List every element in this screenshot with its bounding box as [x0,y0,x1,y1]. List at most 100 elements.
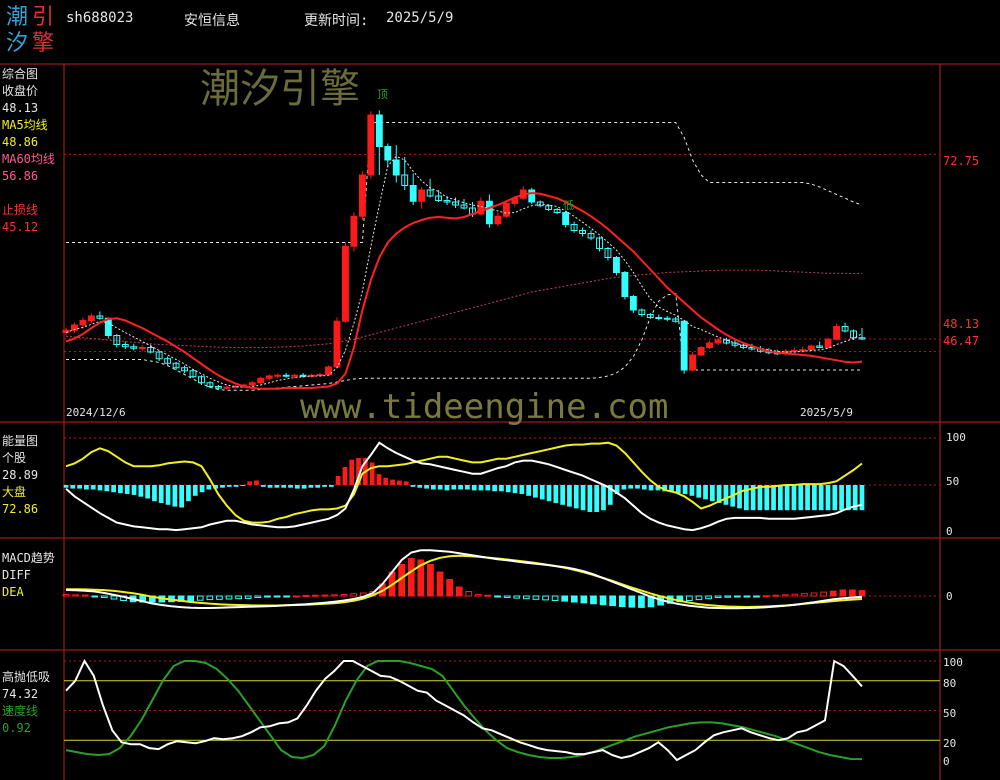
macd-bar [609,595,616,607]
macd-bar [801,593,808,597]
candle-body [384,146,392,161]
macd-bar [714,595,722,598]
energy-bar [90,485,96,490]
candle-body [409,185,417,202]
macd-panel [62,549,940,610]
macd-bar [618,595,626,607]
macd-bar [503,595,511,598]
macd-bar [350,593,358,597]
energy-axis-0: 0 [946,525,953,538]
energy-bar [689,485,695,496]
energy-bar [709,485,715,502]
energy-bar [383,477,389,485]
energy-bar [131,485,137,495]
macd-bar [264,595,271,598]
energy-bar [601,485,606,511]
macd-bar [196,595,204,601]
candle-body [807,345,815,351]
energy-bar [152,485,157,502]
candle-body [367,114,375,176]
macd-bar [302,595,310,598]
top-marker: 顶 [377,88,388,101]
energy-bar [179,485,185,508]
macd-bar [753,595,760,598]
macd-bar [743,595,751,598]
macd-bar [762,595,770,598]
stock-energy-line [65,441,863,532]
energy-bar [533,485,538,498]
energy-bar [165,485,171,505]
macd-bar [628,595,636,608]
energy-axis-100: 100 [946,431,966,444]
macd-bar [686,595,693,601]
energy-bar [764,485,770,511]
candle-body [342,245,349,322]
tide-axis-100: 100 [943,656,963,669]
energy-bar [846,485,851,511]
macd-bar [187,595,195,602]
macd-bar [216,595,223,600]
energy-bar [138,485,144,497]
macd-bar [695,595,703,601]
macd-bar [283,595,290,598]
candle-body [562,212,570,225]
macd-bar [91,595,99,598]
energy-bar [519,485,525,494]
energy-bar [145,485,151,499]
macd-bar [110,595,118,600]
energy-bar [288,485,293,488]
energy-bar [63,485,69,488]
energy-bar [573,485,579,509]
energy-bar [791,485,797,511]
energy-bar [560,485,566,505]
macd-bar [542,595,549,601]
energy-bar [158,485,164,503]
energy-bar [97,485,103,491]
energy-bar [546,485,552,502]
candle-body [274,374,282,377]
energy-bar [737,485,742,509]
macd-bar [331,594,338,597]
candle-body [663,317,671,320]
energy-bar [567,485,572,507]
energy-bar [553,485,559,503]
energy-bar [417,485,423,488]
energy-bar [349,459,355,485]
energy-bar [206,485,212,490]
candle-body [358,174,366,217]
energy-bar [186,485,191,502]
tide-axis-0: 0 [943,755,950,768]
price-label-close: 48.13 [943,317,979,331]
candle-body [248,382,256,386]
candle-body [87,315,95,321]
energy-bar [505,485,511,493]
tide-axis-50: 50 [943,707,956,720]
macd-bar [839,589,847,597]
energy-bar [587,485,593,512]
energy-bar [635,485,640,489]
energy-bar [192,485,198,496]
candle-body [528,189,536,203]
energy-bar [199,485,205,493]
candle-body [833,326,841,340]
tide-axis-20: 20 [943,737,956,750]
macd-bar [570,595,578,603]
energy-bar [410,485,416,487]
candle-body [494,215,502,225]
candle-body [680,320,688,371]
energy-bar [859,485,865,511]
energy-bar [580,485,586,511]
chart-canvas: 潮汐引擎 www.tideengine.com 2024/12/6 2025/5… [0,63,1000,780]
energy-bar [403,481,409,485]
candle-body [824,338,832,348]
macd-bar [340,594,348,597]
tide-panel [64,658,940,762]
candle-body [502,203,510,217]
macd-bar [791,593,799,597]
energy-bar [648,485,654,491]
candle-body [333,320,341,368]
macd-bar [532,595,540,600]
energy-bar [233,485,239,487]
macd-bar [494,595,501,598]
energy-bar [104,485,110,492]
